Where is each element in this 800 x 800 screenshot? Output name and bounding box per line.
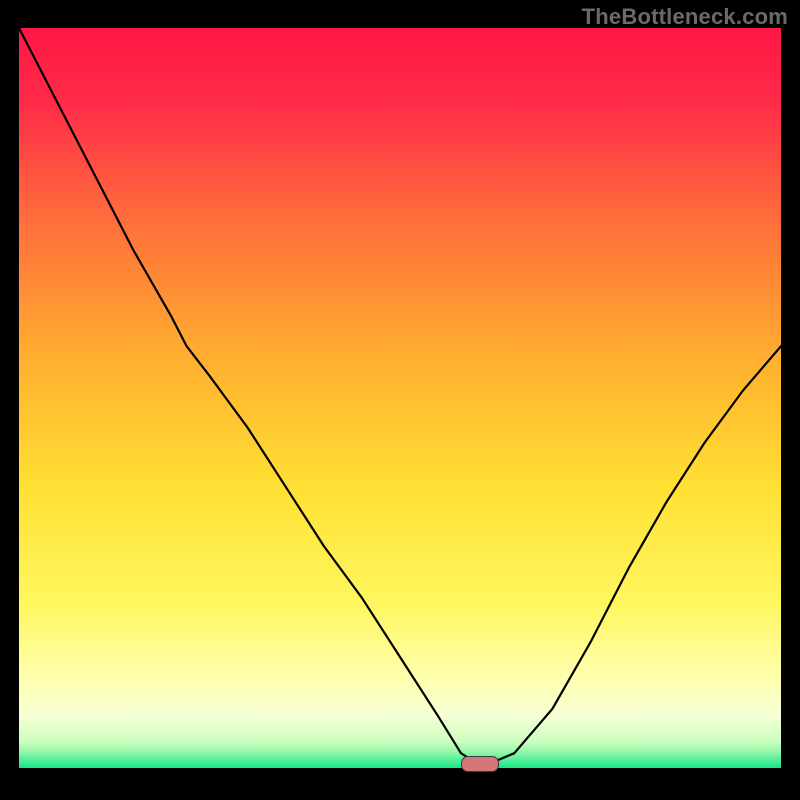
watermark: TheBottleneck.com <box>582 4 788 30</box>
bottleneck-chart <box>19 28 781 768</box>
chart-root: TheBottleneck.com <box>0 0 800 800</box>
optimum-marker <box>461 756 499 772</box>
chart-svg <box>19 28 781 768</box>
